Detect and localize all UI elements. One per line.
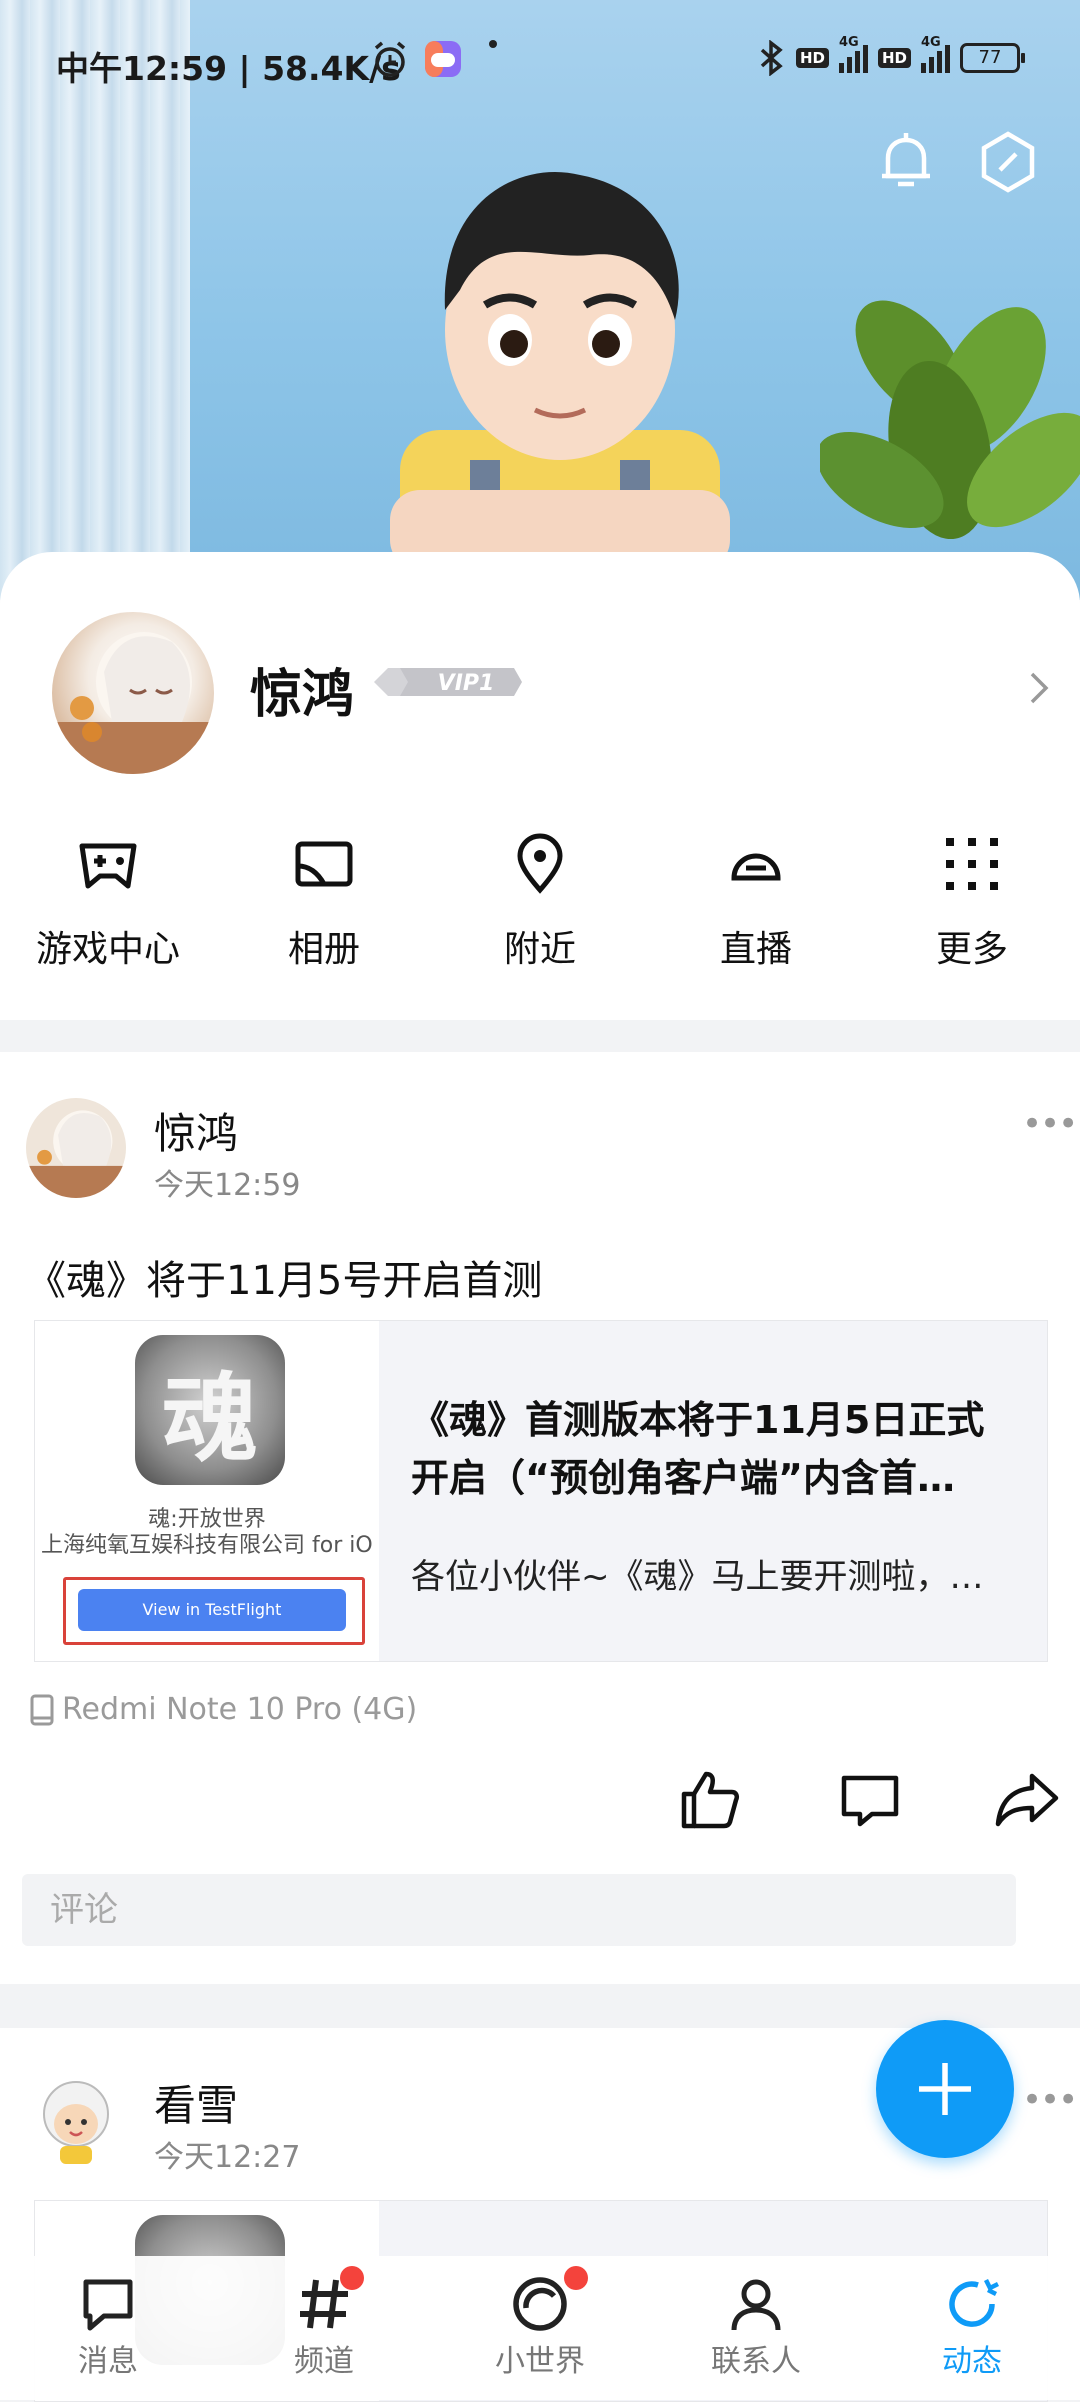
post-author-avatar[interactable]: [26, 1098, 126, 1198]
contacts-icon: [731, 2279, 781, 2331]
notification-dot-icon: [489, 40, 497, 48]
status-time-speed: 中午12:59 | 58.4K/s: [56, 49, 401, 88]
device-name: Redmi Note 10 Pro (4G): [62, 1692, 418, 1727]
small-world-icon: [513, 2277, 567, 2331]
quick-game-center[interactable]: 游戏中心: [0, 832, 216, 982]
quick-nearby[interactable]: 附近: [432, 832, 648, 982]
profile-name[interactable]: 惊鸿: [250, 652, 354, 727]
shared-link-card[interactable]: 魂 魂:开放世界 上海纯氧互娱科技有限公司 for iO View in Tes…: [34, 1320, 1048, 1662]
tab-channels[interactable]: 频道: [216, 2256, 432, 2400]
quick-actions-grid: 游戏中心 相册 附近 直播 更多: [0, 832, 1080, 982]
anime-avatar-image: [52, 632, 214, 774]
tab-label: 频道: [294, 2344, 354, 2379]
chevron-right-icon[interactable]: [1026, 668, 1054, 708]
tab-feed[interactable]: 动态: [864, 2256, 1080, 2400]
post-author-name[interactable]: 惊鸿: [154, 1100, 238, 1161]
sheep-avatar-image: [26, 2072, 126, 2172]
feed-refresh-icon: [949, 2278, 1000, 2327]
tab-messages[interactable]: 消息: [0, 2256, 216, 2400]
gamepad-icon: [79, 843, 137, 889]
quick-label: 直播: [719, 929, 792, 970]
add-post-button[interactable]: [876, 2020, 1014, 2158]
signal-icon-2: 4G: [921, 35, 950, 73]
quick-label: 相册: [287, 929, 360, 970]
quick-live[interactable]: 直播: [648, 832, 864, 982]
message-icon: [83, 2279, 133, 2331]
comment-input[interactable]: 评论: [22, 1874, 1016, 1946]
testflight-highlight-frame: View in TestFlight: [63, 1577, 365, 1645]
plus-icon: [919, 2063, 971, 2115]
photo-album-icon: [295, 841, 353, 887]
tab-label: 消息: [78, 2344, 138, 2379]
anime-avatar-image: [26, 1098, 126, 1198]
quick-album[interactable]: 相册: [216, 832, 432, 982]
profile-avatar[interactable]: [52, 612, 214, 774]
shared-link-title: 《魂》首测版本将于11月5日正式开启（“预创角客户端”内含首…: [411, 1398, 985, 1500]
channels-badge-dot: [340, 2266, 364, 2290]
post-author-name[interactable]: 看雪: [154, 2072, 238, 2133]
cartoon-avatar-illustration: [390, 171, 730, 560]
game-app-icon: [425, 41, 461, 77]
hexagon-settings-icon[interactable]: [978, 130, 1038, 194]
more-options-icon[interactable]: •••: [1022, 1104, 1078, 1144]
profile-card: 惊鸿 VIP1 游戏中心 相册 附近 直播 更多: [0, 552, 1080, 1020]
soul-app-icon: 魂: [135, 1335, 285, 1485]
bell-icon[interactable]: [876, 130, 936, 194]
quick-label: 更多: [935, 929, 1008, 970]
quick-more[interactable]: 更多: [864, 832, 1080, 982]
signal-icon-1: 4G: [838, 35, 868, 73]
svg-text:VIP1: VIP1: [438, 671, 495, 696]
location-pin-icon: [517, 833, 563, 894]
battery-icon: 77: [960, 43, 1025, 73]
tab-small-world[interactable]: 小世界: [432, 2256, 648, 2400]
post-author-avatar[interactable]: [26, 2072, 126, 2172]
bluetooth-icon: [760, 40, 783, 76]
small-world-badge-dot: [564, 2266, 588, 2290]
alarm-icon: [374, 41, 406, 77]
tab-label: 动态: [942, 2344, 1002, 2379]
app-company: 上海纯氧互娱科技有限公司 for iO: [41, 1533, 373, 1558]
shared-link-description: 各位小伙伴~《魂》马上要开测啦，…: [411, 1557, 984, 1597]
live-icon: [731, 853, 781, 881]
phone-icon: [30, 1694, 54, 1725]
more-options-icon[interactable]: •••: [1022, 2080, 1078, 2120]
quick-label: 附近: [503, 929, 576, 970]
post-text: 《魂》将于11月5号开启首测: [26, 1258, 543, 1304]
device-tag: Redmi Note 10 Pro (4G): [30, 1692, 417, 1727]
quick-label: 游戏中心: [35, 929, 180, 970]
bottom-tab-bar: 消息 频道 小世界 联系人 动态: [0, 2256, 1080, 2400]
tab-contacts[interactable]: 联系人: [648, 2256, 864, 2400]
status-bar: 中午12:59 | 58.4K/s HD 4G HD 4G 77: [0, 0, 1080, 120]
post-time: 今天12:59: [154, 1168, 301, 1203]
comment-icon[interactable]: [838, 1768, 902, 1832]
feed-post: 惊鸿 今天12:59 ••• 《魂》将于11月5号开启首测 魂 魂:开放世界 上…: [0, 1052, 1080, 1984]
tab-label: 小世界: [495, 2344, 585, 2379]
profile-cover-banner[interactable]: 中午12:59 | 58.4K/s HD 4G HD 4G 77: [0, 0, 1080, 600]
status-right-indicators: HD 4G HD 4G 77: [756, 35, 1025, 76]
hd-badge-2: HD: [877, 48, 911, 68]
grid-dots-icon: [946, 838, 998, 890]
share-forward-icon[interactable]: [994, 1768, 1060, 1832]
testflight-button-image: View in TestFlight: [78, 1589, 346, 1631]
shared-link-thumbnail: 魂 魂:开放世界 上海纯氧互娱科技有限公司 for iO View in Tes…: [35, 1321, 379, 1661]
hd-badge-1: HD: [795, 48, 829, 68]
tab-label: 联系人: [711, 2344, 801, 2379]
post-time: 今天12:27: [154, 2140, 301, 2175]
like-thumb-icon[interactable]: [678, 1768, 742, 1832]
vip-badge[interactable]: VIP1: [374, 662, 524, 702]
